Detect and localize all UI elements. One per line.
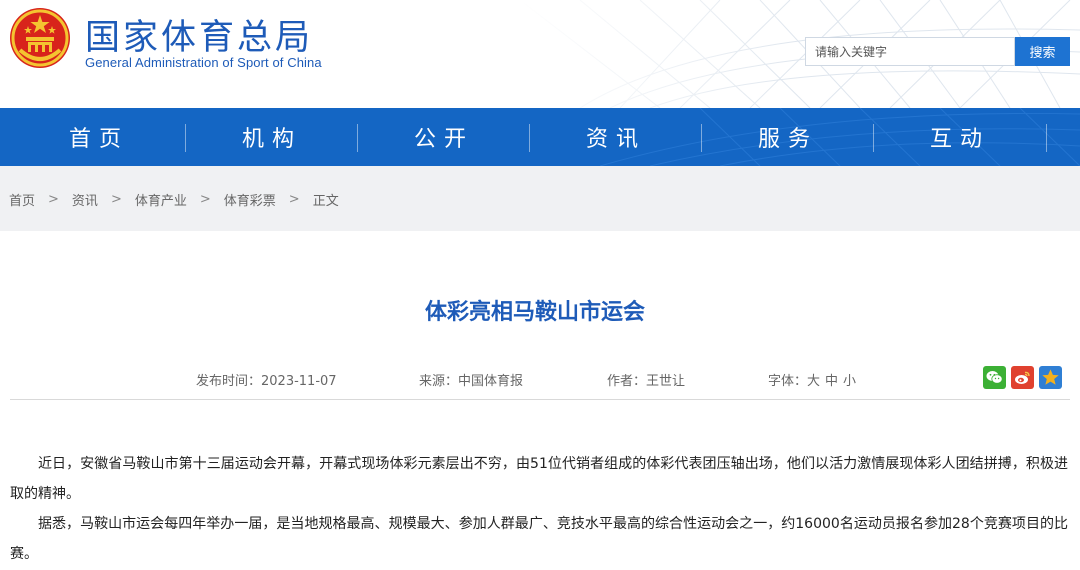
author-label: 作者： xyxy=(607,374,647,389)
breadcrumb-separator: > xyxy=(199,192,211,207)
article-source: 来源：中国体育报 xyxy=(419,370,523,389)
article-paragraph: 近日，安徽省马鞍山市第十三届运动会开幕，开幕式现场体彩元素层出不穷，由51位代销… xyxy=(10,456,1068,502)
publish-date-value: 2023-11-07 xyxy=(261,374,337,389)
site-header: 国家体育总局 General Administration of Sport o… xyxy=(0,0,1080,108)
source-value: 中国体育报 xyxy=(458,374,524,389)
breadcrumb-bar: 首页 > 资讯 > 体育产业 > 体育彩票 > 正文 xyxy=(0,166,1080,231)
search-button[interactable]: 搜索 xyxy=(1015,37,1070,66)
source-label: 来源： xyxy=(419,374,459,389)
publish-date: 发布时间：2023-11-07 xyxy=(196,370,337,389)
nav-divider xyxy=(1046,124,1047,152)
breadcrumb-sports-lottery[interactable]: 体育彩票 xyxy=(224,190,276,209)
font-size-label: 字体： xyxy=(768,374,808,389)
meta-divider xyxy=(10,399,1070,400)
article-title: 体彩亮相马鞍山市运会 xyxy=(424,300,645,325)
nav-item-organization[interactable]: 机构 xyxy=(186,108,358,166)
font-size-small[interactable]: 小 xyxy=(843,374,856,389)
font-size-medium[interactable]: 中 xyxy=(825,374,838,389)
font-size-large[interactable]: 大 xyxy=(807,374,820,389)
breadcrumb-separator: > xyxy=(110,192,122,207)
breadcrumb-current: 正文 xyxy=(312,194,339,209)
search-field-wrapper xyxy=(805,37,1015,66)
favorite-star-icon[interactable] xyxy=(1039,366,1062,389)
font-size-control: 字体：大中小 xyxy=(768,370,856,389)
search-input[interactable] xyxy=(806,38,1014,65)
nav-item-news[interactable]: 资讯 xyxy=(530,108,702,166)
weibo-share-icon[interactable] xyxy=(1011,366,1034,389)
nav-item-interaction[interactable]: 互动 xyxy=(874,108,1046,166)
site-title-english[interactable]: General Administration of Sport of China xyxy=(85,55,322,70)
breadcrumb-home[interactable]: 首页 xyxy=(9,190,35,209)
nav-item-services[interactable]: 服务 xyxy=(702,108,874,166)
site-title-chinese[interactable]: 国家体育总局 xyxy=(85,9,313,60)
breadcrumb-sports-industry[interactable]: 体育产业 xyxy=(135,190,187,209)
publish-date-label: 发布时间： xyxy=(196,374,262,389)
nav-item-home[interactable]: 首页 xyxy=(13,108,185,166)
national-emblem-logo[interactable] xyxy=(8,6,72,70)
wechat-share-icon[interactable] xyxy=(983,366,1006,389)
article-author: 作者：王世让 xyxy=(607,370,685,389)
main-navigation: 首页 机构 公开 资讯 服务 互动 xyxy=(0,108,1080,166)
breadcrumb-separator: > xyxy=(288,192,300,207)
article-paragraph: 据悉，马鞍山市运会每四年举办一届，是当地规格最高、规模最大、参加人群最广、竞技水… xyxy=(10,516,1068,562)
nav-item-public[interactable]: 公开 xyxy=(358,108,530,166)
breadcrumb-news[interactable]: 资讯 xyxy=(72,190,98,209)
author-value: 王世让 xyxy=(646,374,686,389)
breadcrumb-separator: > xyxy=(48,192,59,207)
breadcrumb: 首页 > 资讯 > 体育产业 > 体育彩票 > 正文 xyxy=(9,190,339,209)
